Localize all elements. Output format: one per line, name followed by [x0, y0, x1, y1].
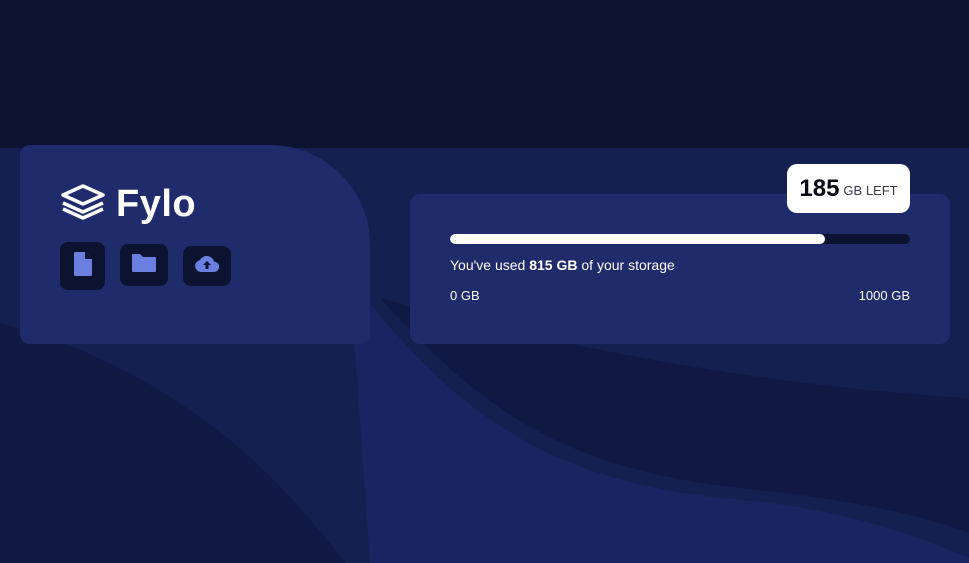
upload-button[interactable] [183, 246, 231, 286]
stacked-layers-icon [60, 184, 106, 225]
remaining-unit: GB LEFT [843, 183, 898, 198]
document-icon [73, 251, 93, 282]
remaining-number: 185 [799, 174, 840, 202]
usage-amount: 815 GB [529, 257, 578, 273]
file-action-buttons [60, 242, 231, 290]
cloud-upload-icon [194, 255, 220, 278]
usage-prefix: You've used [450, 257, 530, 273]
brand-logo: Fylo [60, 183, 196, 226]
folder-button[interactable] [120, 244, 168, 286]
storage-card: You've used 815 GB of your storage 0 GB … [410, 194, 950, 344]
folder-icon [131, 253, 157, 278]
range-max-label: 1000 GB [858, 288, 910, 303]
storage-progress-fill [450, 234, 825, 244]
document-button[interactable] [60, 242, 105, 290]
brand-card: Fylo [20, 145, 370, 344]
usage-suffix: of your storage [577, 257, 675, 273]
usage-summary: You've used 815 GB of your storage [450, 257, 675, 273]
brand-name: Fylo [116, 183, 197, 225]
storage-progress-bar [450, 234, 910, 244]
remaining-storage-badge: 185 GB LEFT [787, 164, 910, 213]
range-min-label: 0 GB [450, 288, 480, 303]
